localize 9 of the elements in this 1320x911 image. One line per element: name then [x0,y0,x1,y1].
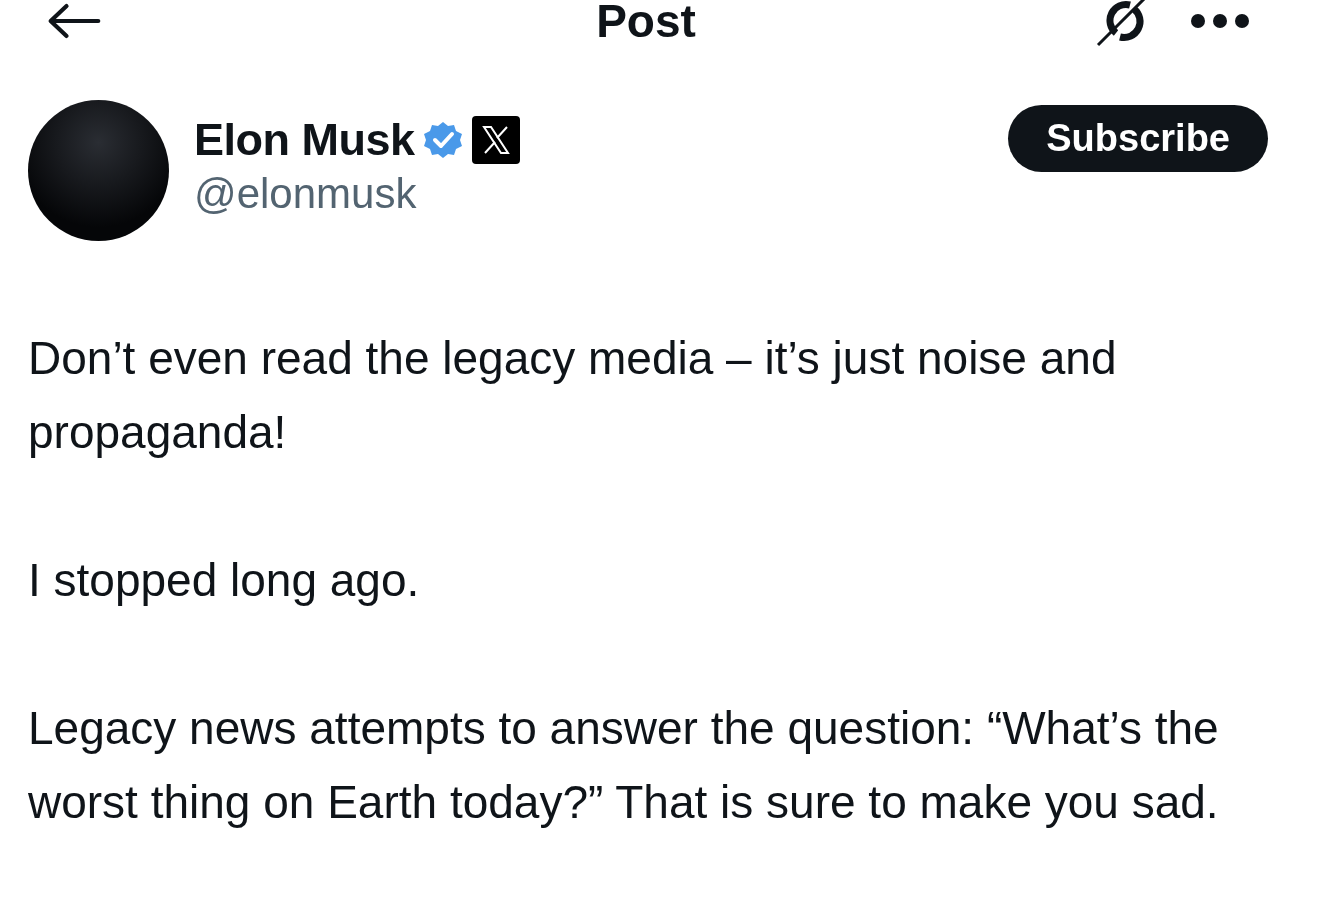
back-arrow-icon[interactable] [46,2,102,40]
page-title: Post [596,0,696,48]
post-text: I stopped long ago. [28,553,421,608]
author-name[interactable]: Elon Musk [194,114,415,166]
more-icon[interactable] [1190,11,1250,31]
author-handle[interactable]: @elonmusk [194,170,1009,218]
post-text: Don’t even read the legacy media – it’s just noise and propaganda! [28,331,1118,460]
subscribe-button[interactable]: Subscribe [1008,105,1268,172]
post-text: Legacy news attempts to answer the question: “What’s the worst thing on Earth today?” That is sure to make you sad. [28,701,1220,830]
